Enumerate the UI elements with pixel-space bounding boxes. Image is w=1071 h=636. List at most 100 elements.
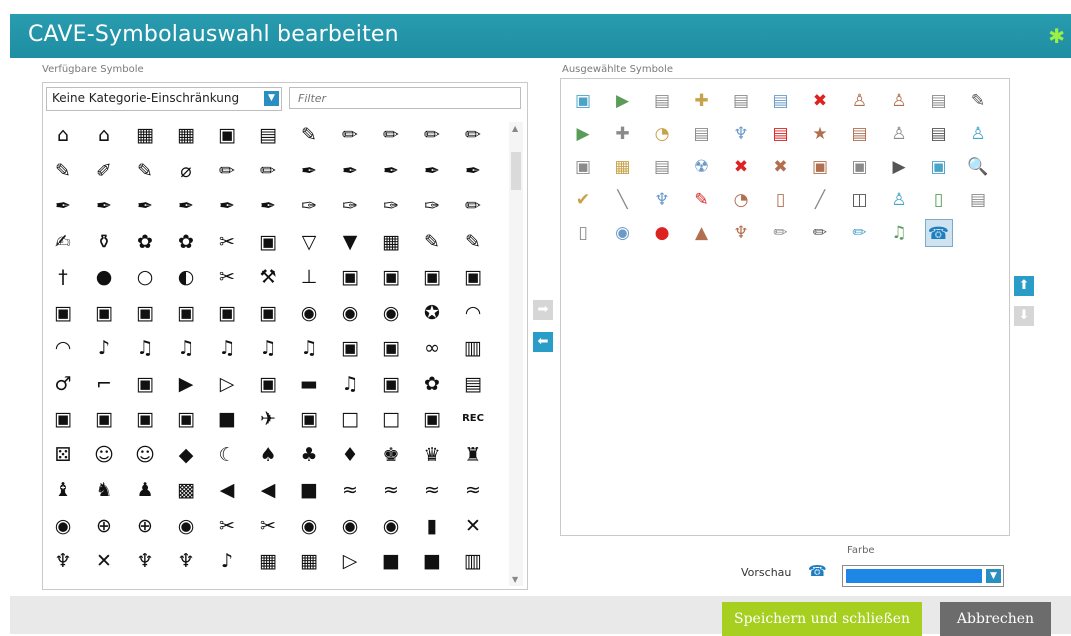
available-symbol-item[interactable]: ✒ [171, 191, 201, 221]
available-symbol-item[interactable]: ✒ [89, 191, 119, 221]
selected-symbol-item[interactable]: ▤ [964, 186, 992, 214]
available-symbol-item[interactable]: ☺ [89, 440, 119, 470]
available-symbol-item[interactable]: ▣ [130, 298, 160, 328]
available-symbol-item[interactable]: ✂ [212, 227, 242, 257]
move-up-button[interactable]: ⬆ [1014, 276, 1034, 296]
available-symbol-item[interactable]: ☺ [130, 440, 160, 470]
available-symbol-item[interactable]: ♟ [130, 475, 160, 505]
available-symbol-item[interactable]: ✂ [212, 262, 242, 292]
selected-symbol-item[interactable]: ✖ [806, 87, 834, 115]
available-symbol-item[interactable]: ✿ [417, 369, 447, 399]
available-symbol-item[interactable]: ♫ [130, 333, 160, 363]
remove-symbol-button[interactable]: ⬅ [533, 332, 553, 352]
available-symbol-item[interactable]: ⌐ [89, 369, 119, 399]
available-symbol-item[interactable]: ◉ [376, 298, 406, 328]
available-symbol-item[interactable]: † [48, 262, 78, 292]
available-symbol-item[interactable]: ✎ [417, 227, 447, 257]
selected-symbol-item[interactable]: ▤ [925, 120, 953, 148]
available-symbol-item[interactable]: ✏ [376, 120, 406, 150]
available-symbol-item[interactable]: ♦ [335, 440, 365, 470]
available-symbol-item[interactable]: ✎ [48, 156, 78, 186]
selected-symbol-item[interactable]: ☢ [688, 153, 716, 181]
available-symbol-item[interactable]: ▣ [171, 298, 201, 328]
available-symbol-item[interactable]: ✒ [376, 156, 406, 186]
available-symbol-item[interactable]: ✈ [253, 404, 283, 434]
available-symbol-item[interactable]: ✒ [212, 191, 242, 221]
available-symbol-item[interactable]: ♛ [417, 440, 447, 470]
available-symbol-item[interactable]: ▬ [294, 369, 324, 399]
available-symbol-item[interactable]: ⊥ [294, 262, 324, 292]
selected-symbol-item[interactable]: ♙ [964, 120, 992, 148]
available-symbol-item[interactable]: ◠ [48, 333, 78, 363]
available-symbol-item[interactable]: ■ [417, 546, 447, 576]
filter-input[interactable] [289, 87, 521, 109]
available-symbol-item[interactable]: ⌀ [171, 156, 201, 186]
available-symbol-item[interactable]: ◠ [458, 298, 488, 328]
available-symbol-item[interactable]: ◉ [335, 298, 365, 328]
available-symbol-item[interactable]: ▣ [253, 369, 283, 399]
selected-symbol-item[interactable]: ▤ [846, 120, 874, 148]
available-symbol-item[interactable]: ✐ [89, 156, 119, 186]
available-symbol-item[interactable]: ▣ [294, 404, 324, 434]
available-symbol-item[interactable]: ✒ [130, 191, 160, 221]
available-symbol-item[interactable]: ♞ [89, 475, 119, 505]
available-symbol-item[interactable]: ◆ [171, 440, 201, 470]
available-symbol-item[interactable]: ✂ [253, 511, 283, 541]
selected-symbol-item[interactable]: ▦ [609, 153, 637, 181]
available-symbol-item[interactable]: ✎ [458, 227, 488, 257]
available-symbol-item[interactable]: ▣ [458, 262, 488, 292]
available-symbol-item[interactable]: ◉ [171, 511, 201, 541]
selected-symbol-item[interactable]: ▲ [688, 219, 716, 247]
available-symbol-item[interactable]: ✏ [253, 156, 283, 186]
selected-symbol-item[interactable]: ♆ [727, 120, 755, 148]
available-symbol-item[interactable]: ⚄ [48, 440, 78, 470]
selected-symbol-item[interactable]: ◉ [609, 219, 637, 247]
selected-symbol-item[interactable]: ☎ [924, 219, 953, 247]
selected-symbol-item[interactable]: ✏ [846, 219, 874, 247]
available-symbol-item[interactable]: ✎ [294, 120, 324, 150]
selected-symbol-item[interactable]: ◔ [648, 120, 676, 148]
available-symbol-item[interactable]: ♫ [171, 333, 201, 363]
available-symbol-item[interactable]: ▣ [253, 227, 283, 257]
move-down-button[interactable]: ⬇ [1014, 306, 1034, 326]
available-symbol-item[interactable]: ♚ [376, 440, 406, 470]
available-symbol-item[interactable]: ⊕ [89, 511, 119, 541]
available-symbol-item[interactable]: ✏ [458, 120, 488, 150]
selected-symbol-item[interactable]: ▯ [925, 186, 953, 214]
category-select[interactable]: Keine Kategorie-Einschränkung ▼ [46, 87, 282, 111]
available-symbol-item[interactable]: ✏ [335, 120, 365, 150]
selected-symbol-item[interactable]: ▶ [885, 153, 913, 181]
available-symbol-item[interactable]: ♣ [294, 440, 324, 470]
available-symbol-item[interactable]: ▣ [376, 333, 406, 363]
selected-symbol-item[interactable]: ▣ [806, 153, 834, 181]
available-symbol-item[interactable]: ⊕ [130, 511, 160, 541]
available-symbol-item[interactable]: ♪ [89, 333, 119, 363]
selected-symbol-item[interactable]: ✔ [569, 186, 597, 214]
available-symbol-item[interactable]: ♫ [253, 333, 283, 363]
selected-symbol-item[interactable]: ♫ [885, 219, 913, 247]
selected-symbol-item[interactable]: ▯ [767, 186, 795, 214]
available-symbol-item[interactable]: ✑ [335, 191, 365, 221]
available-symbol-item[interactable]: ✒ [458, 156, 488, 186]
available-symbol-item[interactable]: ✒ [253, 191, 283, 221]
scroll-thumb[interactable] [511, 152, 521, 190]
available-symbol-item[interactable]: ≈ [335, 475, 365, 505]
selected-symbol-item[interactable]: ▶ [609, 87, 637, 115]
selected-symbol-item[interactable]: ♙ [885, 87, 913, 115]
available-symbol-item[interactable]: ▷ [212, 369, 242, 399]
available-symbol-item[interactable]: ♆ [48, 546, 78, 576]
available-symbol-item[interactable]: ▦ [376, 227, 406, 257]
chevron-down-icon[interactable]: ▼ [986, 569, 1001, 583]
available-symbol-item[interactable]: ◐ [171, 262, 201, 292]
available-symbol-item[interactable]: ▣ [48, 298, 78, 328]
selected-symbol-item[interactable]: ✖ [727, 153, 755, 181]
available-symbol-item[interactable]: ■ [212, 404, 242, 434]
scroll-up-arrow-icon[interactable]: ▲ [512, 124, 518, 133]
available-symbol-item[interactable]: ▣ [212, 298, 242, 328]
selected-symbol-item[interactable]: ✖ [767, 153, 795, 181]
color-select[interactable]: ▼ [842, 565, 1004, 587]
available-symbol-item[interactable]: ≈ [376, 475, 406, 505]
available-symbol-item[interactable]: ⚱ [89, 227, 119, 257]
available-symbol-item[interactable]: ▦ [171, 120, 201, 150]
available-symbol-item[interactable]: ✑ [294, 191, 324, 221]
